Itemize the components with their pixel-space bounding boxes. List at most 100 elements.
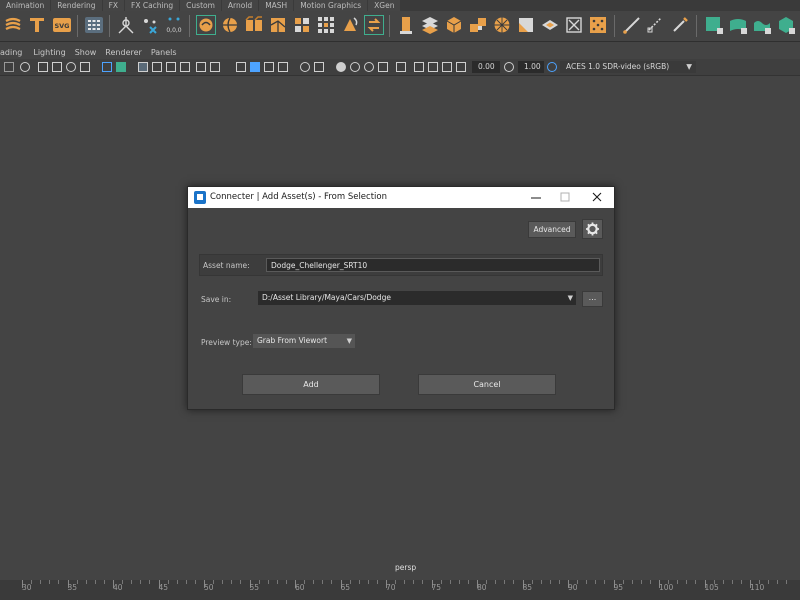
color-management-icon[interactable] [547,62,557,72]
asset-name-input[interactable]: Dodge_Chellenger_SRT10 [266,258,600,272]
safe-title-icon[interactable] [210,62,220,72]
menu-renderer[interactable]: Renderer [105,47,147,59]
xray-joints-icon[interactable] [428,62,438,72]
grid-blocks-icon[interactable] [316,15,336,35]
orange-pillar-icon[interactable] [396,15,416,35]
resolution-gate-icon[interactable] [152,62,162,72]
shelf-tab-xgen[interactable]: XGen [368,0,401,11]
timeline-minor-tick [376,580,378,584]
minimize-button[interactable] [521,187,551,208]
camera-grid-icon[interactable] [102,62,112,72]
shelf-separator [614,15,615,37]
orange-ball-grid-icon[interactable] [492,15,512,35]
timeline-minor-tick [167,580,169,584]
advanced-button[interactable]: Advanced [528,221,576,238]
wireframe-shade-icon[interactable] [236,62,246,72]
stacked-planes-icon[interactable] [420,15,440,35]
orange-split-cubes-icon[interactable] [244,15,264,35]
teal-cube-icon[interactable] [704,15,724,35]
orange-box-icon[interactable] [444,15,464,35]
dots-000-icon[interactable]: 0,0,0 [164,15,184,35]
teal-bend-icon[interactable] [728,15,748,35]
xray-icon[interactable] [414,62,424,72]
safe-action-icon[interactable] [196,62,206,72]
triangulate-icon[interactable] [116,15,136,35]
text-tool-icon[interactable] [27,15,47,35]
settings-button[interactable] [582,219,603,239]
orange-blocks-icon[interactable] [468,15,488,35]
orange-cube-cluster-icon[interactable] [292,15,312,35]
maximize-button[interactable] [550,187,580,208]
image-plane-icon[interactable] [52,62,62,72]
orange-fracture-icon[interactable] [268,15,288,35]
textured-icon[interactable] [278,62,288,72]
shelf-tab-motion-graphics[interactable]: Motion Graphics [294,0,368,11]
2d-pan-icon[interactable] [66,62,76,72]
color-space-dropdown[interactable]: ACES 1.0 SDR-video (sRGB) ▼ [560,61,696,73]
browse-button[interactable]: ... [582,291,603,307]
orange-circle-selected-icon[interactable] [196,15,216,35]
curve-edit-icon[interactable] [646,15,666,35]
film-gate-icon[interactable] [116,62,126,72]
orange-swap-selected-icon[interactable] [364,15,384,35]
x-box-icon[interactable] [564,15,584,35]
orange-sphere-icon[interactable] [220,15,240,35]
use-lights-icon[interactable] [300,62,310,72]
motion-blur-icon[interactable] [350,62,360,72]
menu-show[interactable]: Show [75,47,102,59]
close-button[interactable] [582,187,612,208]
wireframe-icon[interactable] [138,62,148,72]
cancel-button[interactable]: Cancel [418,374,556,395]
timeline-minor-tick [358,580,360,584]
draw-line-icon[interactable] [622,15,642,35]
dialog-titlebar[interactable]: Connecter | Add Asset(s) - From Selectio… [188,187,614,208]
brush-icon[interactable] [670,15,690,35]
menu-shading[interactable]: ading [0,47,27,59]
shelf-tab-fx[interactable]: FX [102,0,125,11]
shelf-tab-animation[interactable]: Animation [0,0,51,11]
timeline-minor-tick [586,580,588,584]
timeline[interactable]: 30 35 40 45 50 55 60 65 70 75 80 85 90 95 100 105 110 [0,580,800,600]
grid-editor-icon[interactable] [84,15,104,35]
shelf-tab-mash[interactable]: MASH [259,0,294,11]
curve-sweep-icon[interactable] [3,15,23,35]
menu-panels[interactable]: Panels [151,47,182,59]
shelf-tab-custom[interactable]: Custom [180,0,221,11]
xray-components-icon[interactable] [442,62,452,72]
camera-select-icon[interactable] [4,62,14,72]
orange-rotate-icon[interactable] [340,15,360,35]
scatter-close-icon[interactable] [140,15,160,35]
save-in-label: Save in: [201,295,232,304]
timeline-minor-tick [486,580,488,584]
shelf-tab-arnold[interactable]: Arnold [221,0,259,11]
menu-lighting[interactable]: Lighting [33,47,70,59]
orange-corner-icon[interactable] [516,15,536,35]
preview-type-dropdown[interactable]: Grab From Viewort ▼ [253,334,355,348]
shelf-tab-rendering[interactable]: Rendering [51,0,102,11]
isolate-select-icon[interactable] [396,62,406,72]
smooth-shade-icon[interactable] [250,62,260,72]
gate-mask-icon[interactable] [166,62,176,72]
backface-icon[interactable] [456,62,466,72]
ssao-icon[interactable] [336,62,346,72]
teal-cube-2-icon[interactable] [776,15,796,35]
gamma-field[interactable]: 1.00 [518,61,544,73]
save-in-dropdown[interactable]: D:/Asset Library/Maya/Cars/Dodge ▼ [258,291,576,305]
flat-plane-icon[interactable] [540,15,560,35]
bookmark-icon[interactable] [38,62,48,72]
orange-dots-box-icon[interactable] [588,15,608,35]
exposure-field[interactable]: 0.00 [472,61,500,73]
dof-icon[interactable] [378,62,388,72]
add-button[interactable]: Add [242,374,380,395]
field-chart-icon[interactable] [180,62,190,72]
svg-tool-icon[interactable]: SVG [52,15,72,35]
default-material-icon[interactable] [264,62,274,72]
gamma-icon[interactable] [504,62,514,72]
camera-attr-icon[interactable] [20,62,30,72]
timeline-minor-tick [349,580,351,584]
teal-wave-icon[interactable] [752,15,772,35]
grease-pencil-icon[interactable] [80,62,90,72]
shadows-icon[interactable] [314,62,324,72]
shelf-tab-fx-caching[interactable]: FX Caching [125,0,180,11]
anti-alias-icon[interactable] [364,62,374,72]
